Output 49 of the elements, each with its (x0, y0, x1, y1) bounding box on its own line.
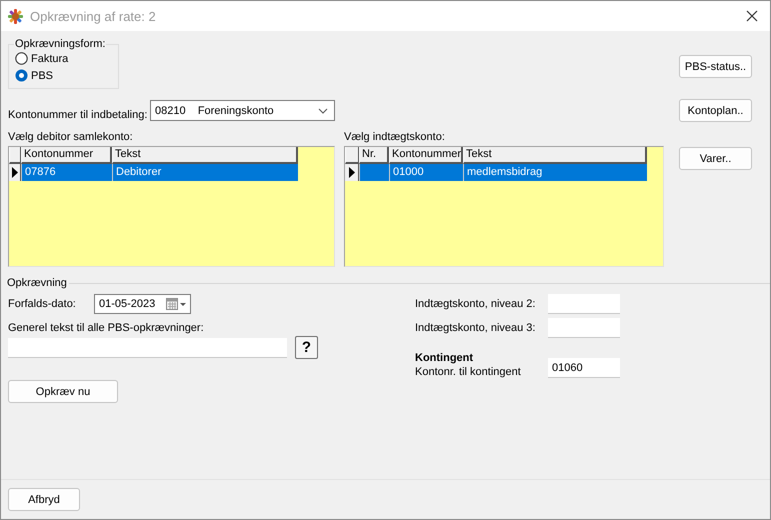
table-row[interactable]: 01000 medlemsbidrag (359, 164, 647, 181)
table-cell: Debitorer (112, 164, 298, 181)
grid-corner (345, 147, 359, 164)
grid-corner (9, 147, 21, 164)
section-label: Vælg indtægtskonto: (344, 131, 446, 143)
table-row[interactable]: 07876 Debitorer (21, 164, 298, 181)
column-header: Kontonummer (389, 147, 463, 164)
section-label: Vælg debitor samlekonto: (8, 131, 134, 143)
window-title: Opkrævning af rate: 2 (30, 8, 157, 24)
account-field[interactable]: 01060 (548, 358, 620, 378)
column-header: Kontonummer (21, 147, 112, 164)
field-label: Indtægtskonto, niveau 2: (415, 298, 536, 310)
table-cell: medlemsbidrag (463, 164, 647, 181)
account-dropdown[interactable]: 08210 Foreningskonto (150, 100, 335, 121)
field-label: Indtægtskonto, niveau 3: (415, 322, 536, 334)
section-heading: Kontingent (415, 352, 474, 364)
section-heading: Opkrævning (7, 277, 67, 289)
group-label: Opkrævningsform: (14, 38, 106, 50)
account-field[interactable] (548, 318, 620, 338)
table-cell: 01000 (389, 164, 463, 181)
date-field[interactable]: 01-05-2023 (94, 294, 191, 314)
current-row-icon (10, 167, 18, 178)
radio-button[interactable] (15, 52, 28, 65)
help-button[interactable]: ? (295, 336, 318, 359)
status-button[interactable]: PBS-status.. (679, 55, 752, 78)
account-field[interactable] (548, 294, 620, 314)
calendar-icon (166, 298, 186, 310)
field-label: Forfalds-dato: (8, 298, 77, 310)
option-label[interactable]: PBS (31, 70, 54, 82)
gear-icon (7, 8, 24, 24)
goods-button[interactable]: Varer.. (679, 147, 752, 170)
row-indicator[interactable] (345, 164, 359, 181)
column-header: Tekst (112, 147, 298, 164)
column-header: Tekst (463, 147, 647, 164)
table-cell: 07876 (21, 164, 112, 181)
cancel-button[interactable]: Afbryd (8, 488, 80, 511)
radio-button[interactable] (15, 69, 28, 82)
account-plan-button[interactable]: Kontoplan.. (679, 99, 752, 122)
current-row-icon (348, 167, 356, 178)
field-label: Kontonummer til indbetaling: (8, 108, 148, 120)
collect-button[interactable]: Opkræv nu (8, 380, 118, 403)
option-label[interactable]: Faktura (31, 52, 68, 64)
field-label: Kontonr. til kontingent (415, 366, 522, 378)
column-header: Nr. (359, 147, 389, 164)
row-indicator[interactable] (9, 164, 21, 181)
field-label: Generel tekst til alle PBS-opkrævninger: (8, 322, 205, 334)
close-icon[interactable] (746, 10, 758, 22)
text-input[interactable] (8, 338, 287, 358)
chevron-icon (318, 108, 328, 114)
